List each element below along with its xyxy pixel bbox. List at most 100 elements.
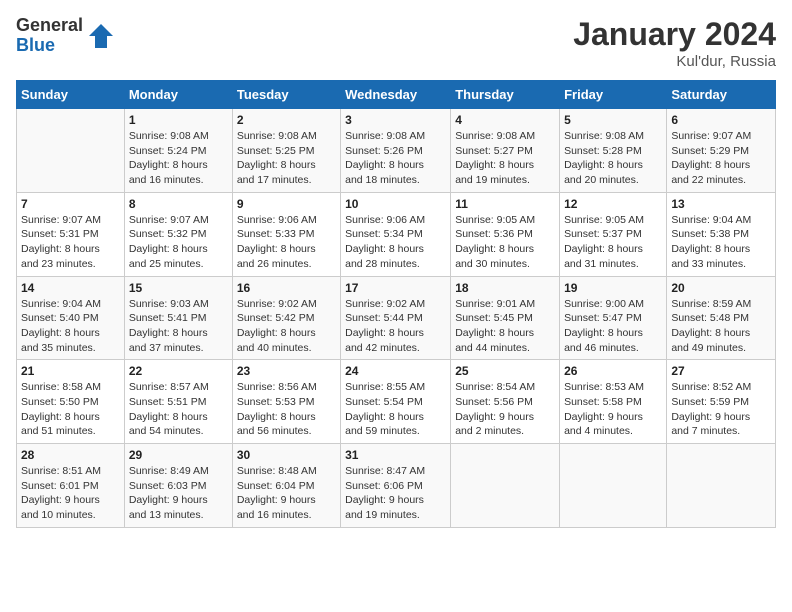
day-number: 25 <box>455 364 555 378</box>
day-number: 2 <box>237 113 336 127</box>
day-cell: 26 Sunrise: 8:53 AMSunset: 5:58 PMDayligh… <box>560 360 667 444</box>
day-number: 3 <box>345 113 446 127</box>
day-cell: 18 Sunrise: 9:01 AMSunset: 5:45 PMDayligh… <box>451 276 560 360</box>
day-cell: 4 Sunrise: 9:08 AMSunset: 5:27 PMDaylight… <box>451 109 560 193</box>
day-number: 15 <box>129 281 228 295</box>
day-info: Sunrise: 8:49 AMSunset: 6:03 PMDaylight:… <box>129 464 228 523</box>
day-info: Sunrise: 9:03 AMSunset: 5:41 PMDaylight:… <box>129 297 228 356</box>
day-info: Sunrise: 9:01 AMSunset: 5:45 PMDaylight:… <box>455 297 555 356</box>
day-cell: 8 Sunrise: 9:07 AMSunset: 5:32 PMDaylight… <box>124 192 232 276</box>
day-number: 12 <box>564 197 662 211</box>
day-number: 27 <box>671 364 771 378</box>
day-number: 5 <box>564 113 662 127</box>
day-number: 9 <box>237 197 336 211</box>
day-cell: 1 Sunrise: 9:08 AMSunset: 5:24 PMDaylight… <box>124 109 232 193</box>
day-number: 4 <box>455 113 555 127</box>
day-number: 16 <box>237 281 336 295</box>
day-cell: 31Sunrise: 8:47 AMSunset: 6:06 PMDayligh… <box>341 444 451 528</box>
day-info: Sunrise: 9:08 AMSunset: 5:24 PMDaylight:… <box>129 129 228 188</box>
day-cell: 29Sunrise: 8:49 AMSunset: 6:03 PMDayligh… <box>124 444 232 528</box>
day-number: 17 <box>345 281 446 295</box>
day-cell: 22 Sunrise: 8:57 AMSunset: 5:51 PMDayligh… <box>124 360 232 444</box>
day-number: 23 <box>237 364 336 378</box>
logo-general: General <box>16 16 83 36</box>
day-info: Sunrise: 8:47 AMSunset: 6:06 PMDaylight:… <box>345 464 446 523</box>
day-number: 19 <box>564 281 662 295</box>
logo-blue: Blue <box>16 36 83 56</box>
day-cell: 21 Sunrise: 8:58 AMSunset: 5:50 PMDayligh… <box>17 360 125 444</box>
day-number: 26 <box>564 364 662 378</box>
day-info: Sunrise: 9:02 AMSunset: 5:44 PMDaylight:… <box>345 297 446 356</box>
day-cell: 24 Sunrise: 8:55 AMSunset: 5:54 PMDayligh… <box>341 360 451 444</box>
main-container: General Blue January 2024 Kul'dur, Russi… <box>0 0 792 536</box>
day-number: 14 <box>21 281 120 295</box>
day-cell: 12 Sunrise: 9:05 AMSunset: 5:37 PMDayligh… <box>560 192 667 276</box>
day-cell: 15 Sunrise: 9:03 AMSunset: 5:41 PMDayligh… <box>124 276 232 360</box>
day-info: Sunrise: 8:55 AMSunset: 5:54 PMDaylight:… <box>345 380 446 439</box>
day-info: Sunrise: 8:57 AMSunset: 5:51 PMDaylight:… <box>129 380 228 439</box>
week-row-1: 7Sunrise: 9:07 AMSunset: 5:31 PMDaylight… <box>17 192 776 276</box>
day-info: Sunrise: 9:06 AMSunset: 5:34 PMDaylight:… <box>345 213 446 272</box>
header: General Blue January 2024 Kul'dur, Russi… <box>16 16 776 70</box>
day-cell: 5 Sunrise: 9:08 AMSunset: 5:28 PMDaylight… <box>560 109 667 193</box>
day-cell: 11 Sunrise: 9:05 AMSunset: 5:36 PMDayligh… <box>451 192 560 276</box>
col-thursday: Thursday <box>451 81 560 109</box>
day-info: Sunrise: 8:59 AMSunset: 5:48 PMDaylight:… <box>671 297 771 356</box>
day-cell <box>17 109 125 193</box>
day-info: Sunrise: 9:05 AMSunset: 5:37 PMDaylight:… <box>564 213 662 272</box>
day-info: Sunrise: 8:56 AMSunset: 5:53 PMDaylight:… <box>237 380 336 439</box>
logo-icon <box>87 22 115 50</box>
day-cell: 17 Sunrise: 9:02 AMSunset: 5:44 PMDayligh… <box>341 276 451 360</box>
day-info: Sunrise: 9:07 AMSunset: 5:31 PMDaylight:… <box>21 213 120 272</box>
week-row-4: 28 Sunrise: 8:51 AMSunset: 6:01 PMDayligh… <box>17 444 776 528</box>
day-info: Sunrise: 9:08 AMSunset: 5:28 PMDaylight:… <box>564 129 662 188</box>
week-row-0: 1 Sunrise: 9:08 AMSunset: 5:24 PMDaylight… <box>17 109 776 193</box>
day-cell <box>560 444 667 528</box>
day-info: Sunrise: 9:02 AMSunset: 5:42 PMDaylight:… <box>237 297 336 356</box>
day-info: Sunrise: 9:08 AMSunset: 5:25 PMDaylight:… <box>237 129 336 188</box>
col-tuesday: Tuesday <box>232 81 340 109</box>
day-info: Sunrise: 9:06 AMSunset: 5:33 PMDaylight:… <box>237 213 336 272</box>
day-info: Sunrise: 8:53 AMSunset: 5:58 PMDaylight:… <box>564 380 662 439</box>
col-friday: Friday <box>560 81 667 109</box>
day-number: 1 <box>129 113 228 127</box>
day-info: Sunrise: 8:48 AMSunset: 6:04 PMDaylight:… <box>237 464 336 523</box>
day-info: Sunrise: 9:08 AMSunset: 5:27 PMDaylight:… <box>455 129 555 188</box>
day-cell: 27 Sunrise: 8:52 AMSunset: 5:59 PMDayligh… <box>667 360 776 444</box>
day-number: 8 <box>129 197 228 211</box>
day-number: 18 <box>455 281 555 295</box>
day-number: 30 <box>237 448 336 462</box>
logo-text: General Blue <box>16 16 83 56</box>
col-saturday: Saturday <box>667 81 776 109</box>
day-cell: 6Sunrise: 9:07 AMSunset: 5:29 PMDaylight… <box>667 109 776 193</box>
location: Kul'dur, Russia <box>573 53 776 70</box>
day-number: 20 <box>671 281 771 295</box>
day-number: 21 <box>21 364 120 378</box>
day-cell: 25Sunrise: 8:54 AMSunset: 5:56 PMDayligh… <box>451 360 560 444</box>
day-cell: 3 Sunrise: 9:08 AMSunset: 5:26 PMDaylight… <box>341 109 451 193</box>
day-cell: 14 Sunrise: 9:04 AMSunset: 5:40 PMDayligh… <box>17 276 125 360</box>
day-info: Sunrise: 8:52 AMSunset: 5:59 PMDaylight:… <box>671 380 771 439</box>
day-number: 28 <box>21 448 120 462</box>
day-cell: 28 Sunrise: 8:51 AMSunset: 6:01 PMDayligh… <box>17 444 125 528</box>
day-info: Sunrise: 9:05 AMSunset: 5:36 PMDaylight:… <box>455 213 555 272</box>
col-monday: Monday <box>124 81 232 109</box>
day-cell: 30 Sunrise: 8:48 AMSunset: 6:04 PMDayligh… <box>232 444 340 528</box>
day-info: Sunrise: 9:04 AMSunset: 5:40 PMDaylight:… <box>21 297 120 356</box>
day-info: Sunrise: 8:58 AMSunset: 5:50 PMDaylight:… <box>21 380 120 439</box>
title-block: January 2024 Kul'dur, Russia <box>573 16 776 70</box>
day-cell: 20 Sunrise: 8:59 AMSunset: 5:48 PMDayligh… <box>667 276 776 360</box>
day-number: 11 <box>455 197 555 211</box>
col-sunday: Sunday <box>17 81 125 109</box>
day-number: 22 <box>129 364 228 378</box>
day-info: Sunrise: 9:08 AMSunset: 5:26 PMDaylight:… <box>345 129 446 188</box>
day-info: Sunrise: 9:00 AMSunset: 5:47 PMDaylight:… <box>564 297 662 356</box>
day-info: Sunrise: 8:51 AMSunset: 6:01 PMDaylight:… <box>21 464 120 523</box>
header-row: Sunday Monday Tuesday Wednesday Thursday… <box>17 81 776 109</box>
day-cell: 7Sunrise: 9:07 AMSunset: 5:31 PMDaylight… <box>17 192 125 276</box>
day-info: Sunrise: 9:04 AMSunset: 5:38 PMDaylight:… <box>671 213 771 272</box>
day-info: Sunrise: 9:07 AMSunset: 5:32 PMDaylight:… <box>129 213 228 272</box>
day-cell: 9 Sunrise: 9:06 AMSunset: 5:33 PMDaylight… <box>232 192 340 276</box>
day-cell: 16 Sunrise: 9:02 AMSunset: 5:42 PMDayligh… <box>232 276 340 360</box>
day-number: 24 <box>345 364 446 378</box>
